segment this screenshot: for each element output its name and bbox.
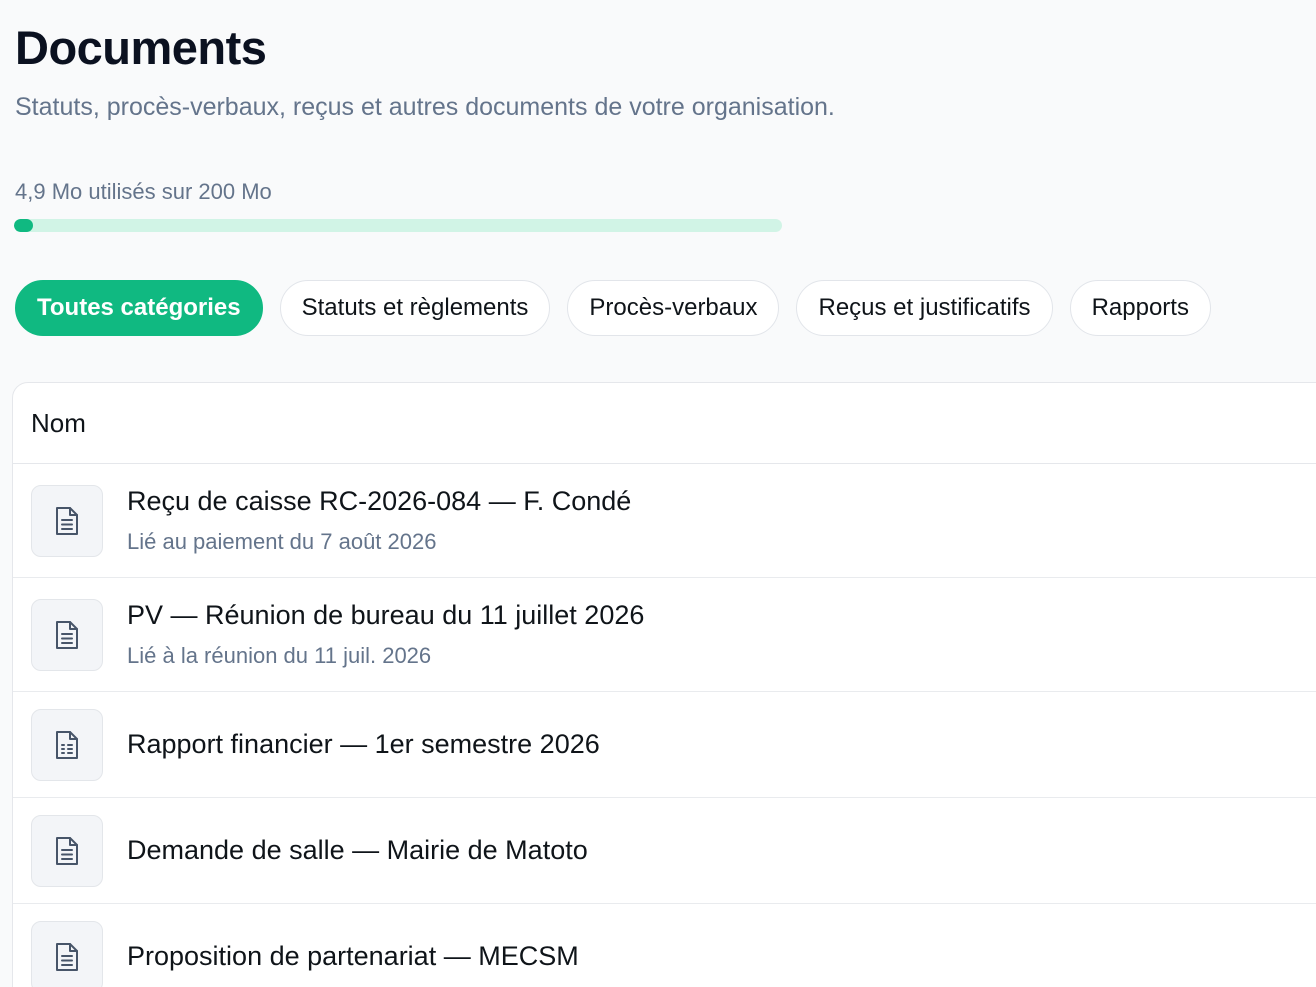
document-spreadsheet-icon <box>31 708 103 781</box>
document-title[interactable]: PV — Réunion de bureau du 11 juillet 202… <box>127 600 644 631</box>
document-title[interactable]: Demande de salle — Mairie de Matoto <box>127 835 588 866</box>
document-link-info: Lié au paiement du 7 août 2026 <box>127 529 437 554</box>
document-text-icon <box>31 814 103 887</box>
table-row[interactable]: Demande de salle — Mairie de Matoto <box>13 798 1316 904</box>
filter-chip-all[interactable]: Toutes catégories <box>15 280 263 336</box>
document-link-info: Lié à la réunion du 11 juil. 2026 <box>127 643 432 668</box>
document-title[interactable]: Proposition de partenariat — MECSM <box>127 941 579 972</box>
documents-page: Documents Statuts, procès-verbaux, reçus… <box>0 0 1316 987</box>
filter-chip-statuts[interactable]: Statuts et règlements <box>279 280 551 336</box>
page-subtitle: Statuts, procès-verbaux, reçus et autres… <box>15 93 835 121</box>
category-filters: Toutes catégories Statuts et règlements … <box>15 280 1211 336</box>
filter-chip-rapports[interactable]: Rapports <box>1069 280 1211 336</box>
document-text-icon <box>31 920 103 987</box>
documents-table: Nom Reçu de caisse RC-2026-084 — F. Cond… <box>12 382 1316 987</box>
filter-chip-proces-verbaux[interactable]: Procès-verbaux <box>567 280 780 336</box>
storage-usage-label: 4,9 Mo utilisés sur 200 Mo <box>15 179 272 204</box>
column-header-name[interactable]: Nom <box>13 383 1316 464</box>
storage-progress-fill <box>14 219 33 232</box>
document-text-icon <box>31 484 103 557</box>
document-text-icon <box>31 598 103 671</box>
table-row[interactable]: Rapport financier — 1er semestre 2026 <box>13 692 1316 798</box>
table-row[interactable]: Reçu de caisse RC-2026-084 — F. Condé Li… <box>13 464 1316 578</box>
table-row[interactable]: PV — Réunion de bureau du 11 juillet 202… <box>13 578 1316 692</box>
page-title: Documents <box>15 21 267 74</box>
document-title[interactable]: Rapport financier — 1er semestre 2026 <box>127 729 600 760</box>
table-row[interactable]: Proposition de partenariat — MECSM <box>13 904 1316 987</box>
document-title[interactable]: Reçu de caisse RC-2026-084 — F. Condé <box>127 486 631 517</box>
filter-chip-recus[interactable]: Reçus et justificatifs <box>796 280 1053 336</box>
storage-progress-bar <box>14 219 782 232</box>
